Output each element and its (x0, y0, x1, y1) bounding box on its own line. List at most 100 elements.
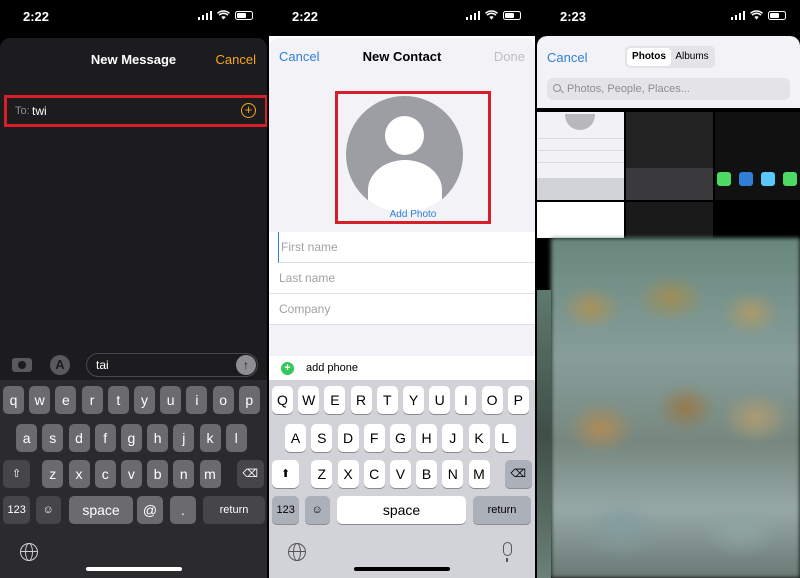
avatar-placeholder-icon[interactable] (346, 96, 463, 213)
key-p[interactable]: p (238, 386, 260, 414)
key-f[interactable]: f (94, 424, 116, 452)
key-j[interactable]: J (442, 424, 464, 452)
emoji-key[interactable]: ☺ (35, 496, 61, 524)
key-e[interactable]: E (324, 386, 346, 414)
space-key[interactable]: space (69, 496, 133, 524)
key-y[interactable]: Y (403, 386, 424, 414)
key-u[interactable]: U (429, 386, 451, 414)
battery-icon (503, 10, 521, 20)
key-d[interactable]: d (68, 424, 90, 452)
key-f[interactable]: F (363, 424, 385, 452)
key-h[interactable]: h (147, 424, 169, 452)
key-y[interactable]: y (134, 386, 155, 414)
blurred-photo-grid[interactable] (551, 238, 800, 578)
globe-icon[interactable] (20, 543, 38, 561)
done-button[interactable]: Done (494, 49, 525, 64)
photo-thumbnail[interactable] (537, 290, 551, 578)
key-w[interactable]: w (29, 386, 51, 414)
key-v[interactable]: v (120, 460, 142, 488)
key-b[interactable]: b (147, 460, 169, 488)
key-b[interactable]: B (416, 460, 438, 488)
key-n[interactable]: n (173, 460, 195, 488)
numbers-key[interactable]: 123 (3, 496, 31, 524)
key-z[interactable]: Z (311, 460, 333, 488)
key-i[interactable]: i (186, 386, 208, 414)
key-w[interactable]: W (298, 386, 320, 414)
key-m[interactable]: M (468, 460, 490, 488)
key-p[interactable]: P (507, 386, 529, 414)
globe-icon[interactable] (288, 543, 306, 561)
key-s[interactable]: s (42, 424, 64, 452)
photo-thumbnail[interactable] (715, 112, 800, 200)
period-key[interactable]: . (170, 496, 196, 524)
key-i[interactable]: I (455, 386, 477, 414)
key-k[interactable]: k (199, 424, 221, 452)
recipient-input[interactable]: twi (32, 104, 47, 118)
key-r[interactable]: r (81, 386, 103, 414)
backspace-key[interactable]: ⌫ (236, 460, 264, 488)
photo-thumbnail[interactable] (626, 112, 713, 200)
key-o[interactable]: O (481, 386, 503, 414)
key-x[interactable]: x (68, 460, 90, 488)
key-q[interactable]: Q (272, 386, 293, 414)
key-a[interactable]: a (16, 424, 38, 452)
key-z[interactable]: z (42, 460, 64, 488)
camera-icon[interactable] (12, 358, 32, 372)
key-g[interactable]: G (389, 424, 411, 452)
space-key[interactable]: space (337, 496, 466, 524)
key-j[interactable]: j (173, 424, 195, 452)
at-key[interactable]: @ (137, 496, 163, 524)
key-a[interactable]: A (285, 424, 307, 452)
key-m[interactable]: m (199, 460, 221, 488)
key-x[interactable]: X (337, 460, 359, 488)
shift-key[interactable]: ⇧ (3, 460, 31, 488)
message-input[interactable]: tai ↑ (86, 353, 258, 377)
numbers-key[interactable]: 123 (272, 496, 300, 524)
cancel-button[interactable]: Cancel (547, 50, 587, 65)
app-store-icon[interactable]: A (50, 355, 70, 375)
photo-thumbnail[interactable] (626, 202, 713, 238)
tab-photos[interactable]: Photos (627, 48, 671, 66)
key-s[interactable]: S (311, 424, 333, 452)
cancel-button[interactable]: Cancel (216, 52, 256, 67)
photo-thumbnail[interactable] (537, 112, 624, 200)
tab-albums[interactable]: Albums (671, 48, 713, 66)
message-text: tai (96, 358, 109, 372)
microphone-icon[interactable] (503, 542, 512, 562)
return-key[interactable]: return (203, 496, 265, 524)
company-field[interactable]: Company (269, 294, 535, 325)
key-h[interactable]: H (416, 424, 438, 452)
key-u[interactable]: u (160, 386, 182, 414)
home-indicator (354, 567, 450, 571)
add-contact-icon[interactable]: + (241, 103, 256, 118)
add-photo-highlighted[interactable]: Add Photo (335, 91, 491, 224)
backspace-key[interactable]: ⌫ (504, 460, 532, 488)
key-l[interactable]: L (494, 424, 516, 452)
key-q[interactable]: q (3, 386, 24, 414)
key-t[interactable]: T (376, 386, 398, 414)
recipient-field-highlighted[interactable]: To: twi + (4, 95, 267, 127)
add-phone-row[interactable]: + add phone (269, 356, 535, 380)
key-t[interactable]: t (107, 386, 129, 414)
key-d[interactable]: D (337, 424, 359, 452)
to-label: To: (15, 105, 30, 117)
key-g[interactable]: g (120, 424, 142, 452)
key-c[interactable]: c (94, 460, 116, 488)
key-k[interactable]: K (468, 424, 490, 452)
key-n[interactable]: N (442, 460, 464, 488)
key-r[interactable]: R (350, 386, 372, 414)
return-key[interactable]: return (473, 496, 531, 524)
key-e[interactable]: e (55, 386, 77, 414)
add-photo-link[interactable]: Add Photo (338, 209, 488, 220)
first-name-field[interactable]: First name (278, 232, 535, 263)
photo-search-input[interactable]: Photos, People, Places... (547, 78, 790, 100)
key-v[interactable]: V (389, 460, 411, 488)
last-name-field[interactable]: Last name (269, 263, 535, 294)
key-o[interactable]: o (212, 386, 234, 414)
shift-key[interactable]: ⬆ (272, 460, 300, 488)
emoji-key[interactable]: ☺ (304, 496, 330, 524)
key-l[interactable]: l (225, 424, 247, 452)
send-icon[interactable]: ↑ (236, 355, 256, 375)
key-c[interactable]: C (363, 460, 385, 488)
photo-thumbnail[interactable] (537, 202, 624, 238)
